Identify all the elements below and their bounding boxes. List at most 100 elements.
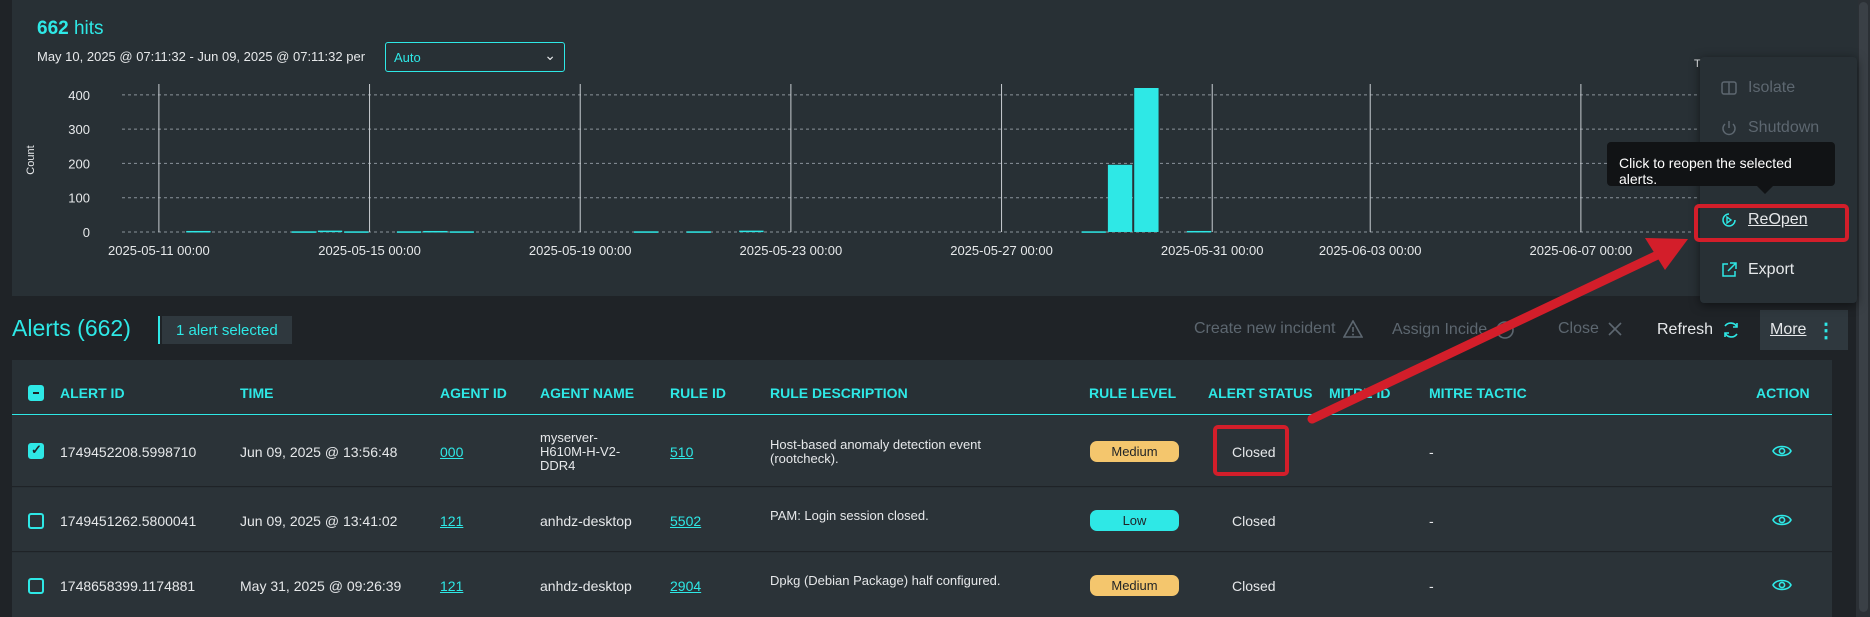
assign-incident-label: Assign Incide: [1392, 321, 1488, 338]
rule-id-link[interactable]: 2904: [670, 578, 701, 594]
menu-item-shutdown[interactable]: Shutdown: [1720, 119, 1819, 137]
mitre-tactic-cell: -: [1429, 578, 1434, 594]
menu-item-export[interactable]: Export: [1720, 261, 1794, 279]
refresh-label: Refresh: [1657, 321, 1714, 338]
status-highlight-box: [1213, 425, 1289, 476]
col-agent-id[interactable]: AGENT ID: [440, 385, 507, 401]
x-tick-label: 2025-06-07 00:00: [1530, 243, 1633, 258]
alert-id-cell: 1749452208.5998710: [60, 444, 197, 460]
y-tick-label: 200: [68, 156, 90, 171]
col-rule-level[interactable]: RULE LEVEL: [1089, 385, 1176, 401]
agent-name-cell: anhdz-desktop: [540, 513, 632, 529]
export-label: Export: [1748, 261, 1795, 278]
histogram-bar: [1134, 88, 1159, 232]
table-row[interactable]: 1748658399.1174881 May 31, 2025 @ 09:26:…: [12, 553, 1832, 617]
agent-id-link[interactable]: 121: [440, 578, 463, 594]
alerts-divider: [158, 316, 160, 344]
create-incident-label: Create new incident: [1194, 320, 1336, 337]
refresh-icon: [1724, 322, 1738, 338]
histogram-bar: [317, 230, 343, 233]
histogram-panel: 662 hits May 10, 2025 @ 07:11:32 - Jun 0…: [12, 0, 1858, 296]
create-incident-button[interactable]: Create new incident: [1194, 320, 1364, 338]
x-tick-label: 2025-05-19 00:00: [529, 243, 632, 258]
alerts-table: ALERT ID TIME AGENT ID AGENT NAME RULE I…: [12, 360, 1832, 617]
refresh-button[interactable]: Refresh: [1657, 320, 1741, 340]
close-label: Close: [1558, 320, 1599, 337]
x-tick-label: 2025-05-27 00:00: [950, 243, 1053, 258]
y-tick-label: 400: [68, 88, 90, 103]
histogram-bar: [423, 230, 448, 233]
time-cell: May 31, 2025 @ 09:26:39: [240, 578, 402, 594]
menu-item-isolate[interactable]: Isolate: [1720, 79, 1795, 97]
interval-select[interactable]: Auto ⌄: [385, 42, 565, 72]
close-alerts-button[interactable]: Close: [1558, 320, 1623, 338]
row-checkbox[interactable]: [28, 513, 44, 529]
chevron-down-icon: ⌄: [544, 47, 556, 63]
alert-id-cell: 1749451262.5800041: [60, 513, 197, 529]
rule-id-link[interactable]: 5502: [670, 513, 701, 529]
isolate-label: Isolate: [1748, 79, 1796, 96]
assign-incident-button[interactable]: Assign Incide: [1392, 320, 1515, 340]
col-mitre-tactic[interactable]: MITRE TACTIC: [1429, 385, 1527, 401]
histogram-bar: [686, 231, 711, 233]
more-button[interactable]: More ⋮: [1760, 310, 1848, 350]
y-tick-label: 100: [68, 191, 90, 206]
histogram-bar: [344, 231, 369, 233]
histogram-bar: [291, 231, 316, 233]
close-icon: [1608, 322, 1622, 336]
rule-level-badge: Medium: [1090, 441, 1179, 462]
y-tick-label: 0: [83, 225, 90, 240]
col-alert-id[interactable]: ALERT ID: [60, 385, 125, 401]
row-checkbox[interactable]: [28, 578, 44, 594]
eye-icon[interactable]: [1772, 443, 1792, 459]
eye-icon[interactable]: [1772, 512, 1792, 528]
histogram-bar: [633, 231, 659, 233]
col-mitre-id[interactable]: MITRE ID: [1329, 385, 1390, 401]
x-tick-label: 2025-05-23 00:00: [740, 243, 843, 258]
reopen-tooltip: Click to reopen the selected alerts.: [1607, 142, 1835, 194]
eye-icon[interactable]: [1772, 577, 1792, 593]
table-row[interactable]: 1749451262.5800041 Jun 09, 2025 @ 13:41:…: [12, 488, 1832, 552]
power-icon: [1722, 121, 1736, 136]
rule-description-cell: Host-based anomaly detection event (root…: [770, 437, 982, 466]
isolate-icon: [1721, 81, 1737, 95]
col-rule-description[interactable]: RULE DESCRIPTION: [770, 385, 908, 401]
external-link-icon: [1722, 262, 1737, 277]
x-tick-label: 2025-05-31 00:00: [1161, 243, 1264, 258]
alert-status-cell: Closed: [1232, 513, 1276, 529]
row-checkbox[interactable]: [28, 442, 44, 459]
y-axis-label: Count: [25, 145, 37, 174]
rule-description-cell: PAM: Login session closed.: [770, 508, 929, 523]
table-row[interactable]: 1749452208.5998710 Jun 09, 2025 @ 13:56:…: [12, 416, 1832, 487]
x-tick-label: 2025-05-11 00:00: [108, 243, 210, 258]
page-scrollbar[interactable]: [1856, 0, 1870, 617]
shutdown-label: Shutdown: [1748, 119, 1820, 136]
kebab-menu-icon: ⋮: [1816, 320, 1836, 342]
histogram-bar: [396, 231, 422, 233]
rule-level-badge: Medium: [1090, 575, 1179, 596]
x-tick-label: 2025-06-03 00:00: [1319, 243, 1422, 258]
time-cell: Jun 09, 2025 @ 13:41:02: [240, 513, 398, 529]
select-all-checkbox[interactable]: [28, 385, 44, 401]
histogram-bar: [739, 230, 764, 233]
page-scrollbar-thumb[interactable]: [1859, 2, 1868, 612]
time-cell: Jun 09, 2025 @ 13:56:48: [240, 444, 398, 460]
more-label: More: [1770, 321, 1807, 338]
agent-name-cell: myserver- H610M-H-V2- DDR4: [540, 430, 621, 473]
agent-id-link[interactable]: 121: [440, 513, 463, 529]
mitre-tactic-cell: -: [1429, 444, 1434, 460]
rule-description-cell: Dpkg (Debian Package) half configured.: [770, 573, 1001, 588]
alert-status-cell: Closed: [1232, 578, 1276, 594]
rule-id-link[interactable]: 510: [670, 444, 693, 460]
col-time[interactable]: TIME: [240, 385, 273, 401]
rule-level-badge: Low: [1090, 510, 1179, 531]
agent-name-cell: anhdz-desktop: [540, 578, 632, 594]
col-alert-status[interactable]: ALERT STATUS: [1208, 385, 1312, 401]
hits-count: 662: [37, 18, 69, 39]
agent-id-link[interactable]: 000: [440, 444, 463, 460]
col-rule-id[interactable]: RULE ID: [670, 385, 726, 401]
col-agent-name[interactable]: AGENT NAME: [540, 385, 634, 401]
histogram-bar: [1107, 164, 1133, 232]
hits-label: hits: [73, 18, 104, 39]
col-action: ACTION: [1756, 385, 1810, 401]
